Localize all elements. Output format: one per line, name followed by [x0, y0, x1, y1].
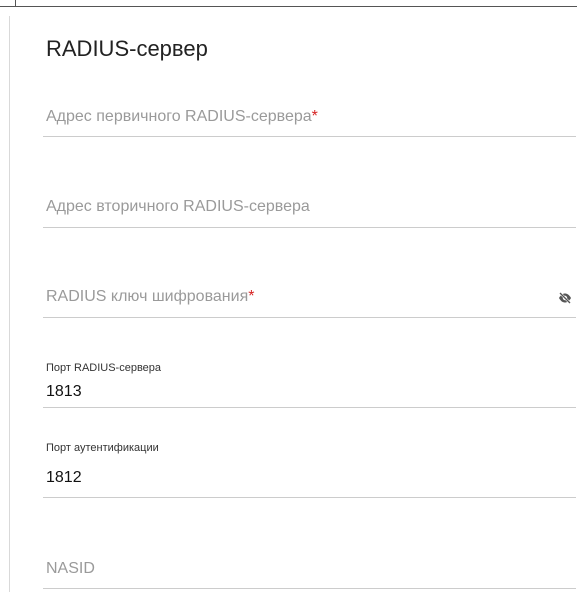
radius-server-port-field[interactable]: Порт RADIUS-сервера 1813: [43, 362, 576, 408]
radius-key-placeholder: RADIUS ключ шифрования*: [46, 288, 255, 305]
radius-server-port-label: Порт RADIUS-сервера: [46, 362, 162, 374]
radius-server-card: RADIUS-сервер Адрес первичного RADIUS-се…: [10, 16, 577, 592]
nasid-placeholder: NASID: [46, 560, 95, 577]
eye-off-icon[interactable]: [558, 291, 572, 304]
top-panel-edge: [0, 0, 577, 7]
nasid-field[interactable]: NASID: [43, 542, 576, 589]
top-panel-divider: [15, 0, 16, 6]
radius-server-port-value: 1813: [46, 383, 82, 400]
required-mark: *: [248, 288, 255, 305]
secondary-radius-address-field[interactable]: Адрес вторичного RADIUS-сервера: [43, 182, 576, 228]
primary-radius-address-placeholder: Адрес первичного RADIUS-сервера*: [46, 108, 318, 125]
auth-port-field[interactable]: Порт аутентификации 1812: [43, 442, 576, 498]
required-mark: *: [311, 108, 318, 125]
section-title: RADIUS-сервер: [46, 36, 208, 61]
radius-key-field[interactable]: RADIUS ключ шифрования*: [43, 272, 576, 318]
auth-port-label: Порт аутентификации: [46, 442, 159, 454]
secondary-radius-address-placeholder: Адрес вторичного RADIUS-сервера: [46, 198, 310, 215]
auth-port-value: 1812: [46, 469, 82, 486]
primary-radius-address-field[interactable]: Адрес первичного RADIUS-сервера*: [43, 92, 576, 137]
